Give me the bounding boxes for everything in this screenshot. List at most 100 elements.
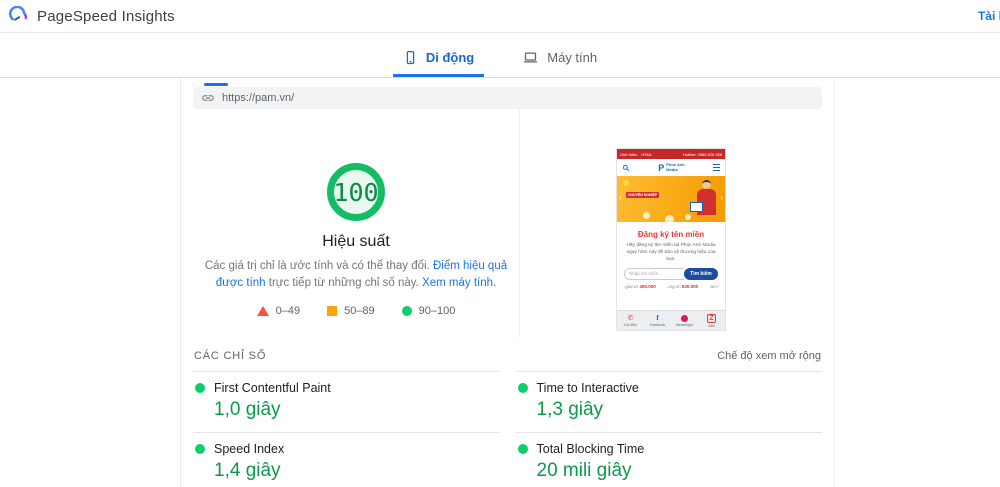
- url-bar[interactable]: https://pam.vn/: [193, 87, 822, 109]
- thumb-hero-banner: ‹ › CHUYÊN NGHIỆP: [617, 176, 725, 222]
- report-panel: https://pam.vn/ 100 Hiệu suất Các giá tr…: [180, 78, 835, 487]
- metric-status-good-icon: [517, 444, 528, 455]
- thumb-logo-line2: Media: [666, 166, 678, 172]
- metric-label: Speed Index: [214, 442, 285, 457]
- performance-score-value: 100: [333, 177, 379, 207]
- zalo-icon: Z: [707, 313, 716, 323]
- metric-label: First Contentful Paint: [214, 381, 331, 396]
- tab-desktop[interactable]: Máy tính: [512, 38, 607, 77]
- thumb-banner-person-head: [702, 180, 711, 189]
- metrics-section-title: CÁC CHỈ SỐ: [194, 350, 267, 363]
- thumb-facebook-item: f Facebook: [644, 313, 671, 327]
- thumb-price-row: .gov.vn 490.000 .org.vn 630.000 .ac>: [624, 284, 718, 289]
- thumb-search-button: Tìm kiếm: [684, 267, 718, 280]
- metric-value: 1,3 giây: [536, 399, 604, 421]
- thumb-domain-search: Nhập tên miền... Tìm kiếm: [624, 267, 718, 280]
- performance-score-column: 100 Hiệu suất Các giá trị chỉ là ước tín…: [193, 109, 520, 338]
- disclaimer-text-2: trực tiếp từ những chỉ số này.: [268, 276, 419, 289]
- thumb-topbar-link1: Giới thiệu: [620, 151, 638, 157]
- metric-value: 1,0 giây: [214, 399, 281, 421]
- thumb-price-1: 490.000: [639, 283, 656, 289]
- legend-good: 90–100: [401, 305, 456, 318]
- score-section: 100 Hiệu suất Các giá trị chỉ là ước tín…: [193, 109, 822, 338]
- metrics-grid: First Contentful Paint 1,0 giây Speed In…: [193, 371, 822, 487]
- thumb-site-logo: P Phuc Anh Media: [658, 162, 685, 173]
- docs-link[interactable]: Tài liệu: [978, 9, 1000, 23]
- thumb-zalo-item: Z Zalo: [698, 313, 725, 328]
- metrics-header: CÁC CHỈ SỐ Chế độ xem mở rộng: [193, 350, 822, 362]
- thumb-messenger-item: Messenger: [671, 314, 698, 327]
- mobile-phone-icon: [403, 50, 418, 65]
- thumb-zalo-label: Zalo: [708, 323, 715, 328]
- legend-good-range: 90–100: [418, 305, 456, 318]
- good-circle-icon: [401, 306, 412, 317]
- thumb-price-2: 630.000: [681, 283, 699, 289]
- poor-triangle-icon: [256, 306, 269, 317]
- view-desktop-link[interactable]: Xem máy tính.: [422, 277, 496, 289]
- metrics-right-column: Time to Interactive 1,3 giây Total Block…: [515, 371, 822, 487]
- tab-mobile-label: Di động: [425, 50, 475, 65]
- legend-poor-range: 0–49: [275, 305, 301, 318]
- thumb-banner-badge: CHUYÊN NGHIỆP: [626, 192, 660, 198]
- thumb-facebook-label: Facebook: [649, 322, 666, 327]
- thumb-banner-product-box: [690, 202, 703, 212]
- thumb-domain-input: Nhập tên miền...: [624, 267, 684, 280]
- thumb-domain-heading: Đăng ký tên miền: [637, 230, 705, 239]
- thumb-call-label: Gọi điện: [623, 322, 638, 327]
- pagespeed-gauge-icon: [9, 6, 28, 21]
- thumb-logo-mark: P: [658, 162, 665, 173]
- pagespeed-logo-icon: [9, 6, 29, 26]
- active-report-indicator: [204, 83, 228, 86]
- thumb-topbar-link2: HSNL: [641, 151, 652, 157]
- tab-desktop-label: Máy tính: [547, 50, 598, 65]
- metric-row-tti: Time to Interactive 1,3 giây: [515, 371, 822, 432]
- laptop-icon: [522, 50, 539, 65]
- device-tabbar: Di động Máy tính: [0, 33, 1000, 78]
- expand-view-toggle[interactable]: Chế độ xem mở rộng: [717, 350, 821, 362]
- thumb-banner-prev-icon: ‹: [619, 193, 622, 202]
- thumb-messenger-label: Messenger: [675, 322, 694, 327]
- performance-score-gauge[interactable]: 100: [327, 163, 385, 221]
- messenger-icon: [681, 314, 688, 322]
- score-legend: 0–49 50–89 90–100: [256, 305, 456, 318]
- phone-icon: ✆: [627, 314, 634, 322]
- thumb-call-item: ✆ Gọi điện: [617, 315, 644, 327]
- link-icon: [202, 95, 214, 101]
- thumb-banner-next-icon: ›: [720, 193, 723, 202]
- thumb-contact-bar: ✆ Gọi điện f Facebook Messenger Z Zalo: [617, 310, 725, 330]
- metric-status-good-icon: [195, 383, 205, 394]
- facebook-icon: f: [656, 313, 659, 322]
- average-square-icon: [327, 306, 338, 317]
- disclaimer-text: Các giá trị chỉ là ước tính và có thể th…: [204, 260, 430, 272]
- thumb-tld-3: .ac>: [709, 283, 718, 289]
- page-title: PageSpeed Insights: [37, 7, 175, 25]
- app-header: PageSpeed Insights Tài liệu: [0, 0, 1000, 33]
- thumb-menu-icon: [712, 163, 720, 172]
- score-disclaimer: Các giá trị chỉ là ước tính và có thể th…: [198, 258, 514, 291]
- legend-average: 50–89: [327, 305, 375, 317]
- thumb-hotline: Hotline: 0968 826 288: [682, 151, 722, 157]
- metric-value: 20 mili giây: [536, 460, 632, 482]
- metric-row-speed-index: Speed Index 1,4 giây: [193, 432, 500, 487]
- thumb-domain-description: Hãy đăng ký tên miền tại Phúc Anh Media …: [626, 243, 716, 263]
- legend-poor: 0–49: [256, 305, 301, 318]
- metric-label: Total Blocking Time: [536, 442, 645, 457]
- thumb-topbar: Giới thiệu HSNL Hotline: 0968 826 288: [617, 149, 725, 159]
- metric-row-tbt: Total Blocking Time 20 mili giây: [515, 432, 822, 487]
- screenshot-column: Giới thiệu HSNL Hotline: 0968 826 288 P …: [520, 109, 822, 337]
- thumb-search-icon: [622, 164, 630, 171]
- metric-value: 1,4 giây: [214, 460, 281, 482]
- performance-score-title: Hiệu suất: [322, 233, 390, 250]
- thumb-tld-2: .org.vn: [666, 283, 681, 289]
- metric-status-good-icon: [195, 444, 205, 455]
- metric-row-fcp: First Contentful Paint 1,0 giây: [193, 371, 500, 432]
- thumb-navbar: P Phuc Anh Media: [617, 159, 725, 176]
- metrics-left-column: First Contentful Paint 1,0 giây Speed In…: [193, 371, 500, 487]
- metric-label: Time to Interactive: [536, 381, 639, 396]
- metric-status-good-icon: [517, 383, 528, 394]
- analyzed-url: https://pam.vn/: [222, 92, 295, 104]
- page-screenshot-thumbnail[interactable]: Giới thiệu HSNL Hotline: 0968 826 288 P …: [616, 148, 726, 331]
- thumb-tld-1: .gov.vn: [624, 283, 639, 289]
- tab-mobile[interactable]: Di động: [392, 38, 485, 77]
- legend-average-range: 50–89: [344, 305, 375, 318]
